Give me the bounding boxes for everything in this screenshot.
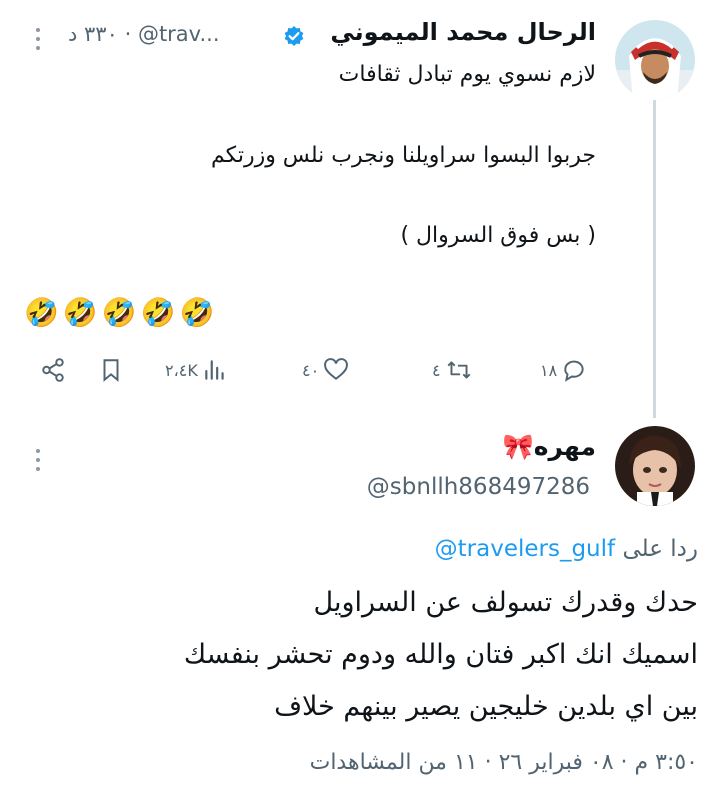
avatar[interactable] [615, 426, 695, 506]
emoji-row: 🤣🤣🤣🤣🤣 [24, 296, 219, 329]
replies-count: ١٨ [540, 360, 558, 380]
repost-button[interactable]: ٤ [432, 357, 473, 383]
views-icon [205, 360, 224, 380]
avatar[interactable] [615, 20, 695, 100]
handle[interactable]: @trav... [138, 22, 220, 46]
verified-badge-icon [283, 25, 305, 47]
more-options-icon[interactable] [36, 28, 40, 50]
bookmark-icon [103, 359, 119, 382]
repost-icon [447, 361, 471, 379]
reply-text-line: حدك وقدرك تسولف عن السراويل [313, 587, 698, 618]
tweet-text-line: لازم نسوي يوم تبادل ثقافات [338, 62, 596, 87]
share-icon [42, 358, 64, 382]
heart-icon [324, 358, 349, 380]
handle[interactable]: @sbnllh868497286 [367, 474, 590, 500]
tweet-time[interactable]: ٣٣٠ د [68, 22, 118, 46]
reply-text-line: بين اي بلدين خليجين يصير بينهم خلاف [274, 691, 698, 722]
share-button[interactable] [40, 357, 66, 383]
tweet-text-line: جربوا البسوا سراويلنا ونجرب نلس وزرتكم [211, 143, 596, 168]
reposts-count: ٤ [432, 360, 441, 380]
bookmark-button[interactable] [98, 357, 124, 383]
views-button[interactable]: ٢،٤K [165, 357, 228, 383]
likes-count: ٤٠ [302, 360, 320, 380]
display-name[interactable]: مهره🎀 [503, 432, 596, 462]
views-count: ٢،٤K [165, 360, 198, 380]
replying-to-prefix: ردا على [622, 536, 698, 562]
display-name[interactable]: الرحال محمد الميموني [330, 18, 596, 46]
tweet-text-line: ( بس فوق السروال ) [400, 223, 596, 248]
like-button[interactable]: ٤٠ [302, 357, 349, 383]
more-options-icon[interactable] [36, 449, 40, 471]
separator-dot: · [124, 22, 132, 46]
timestamp-views[interactable]: ٣:٥٠ م · ٠٨ فبراير ٢٦ · ١١ من المشاهدات [310, 750, 698, 775]
thread-connector-line [653, 100, 656, 418]
replying-to-handle-link[interactable]: @travelers_gulf [435, 536, 615, 562]
reply-icon [564, 360, 584, 382]
reply-text-line: اسميك انك اكبر فتان والله ودوم تحشر بنفس… [183, 639, 698, 670]
reply-button[interactable]: ١٨ [540, 357, 587, 383]
